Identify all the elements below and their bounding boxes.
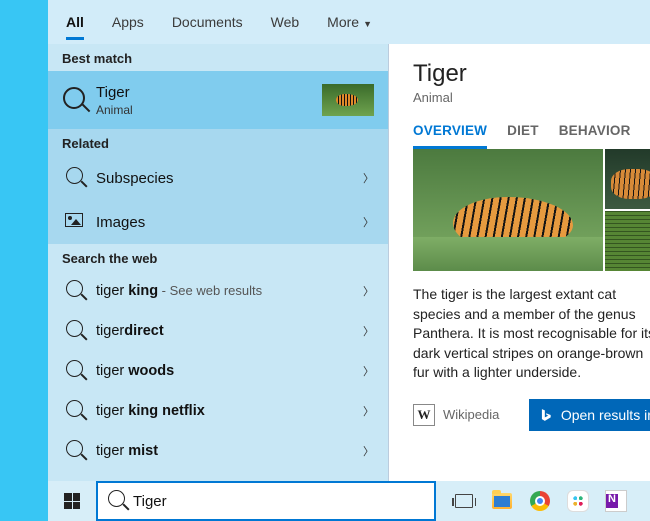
preview-image-thumb[interactable] (605, 149, 650, 209)
tab-label: All (66, 14, 84, 30)
best-match-subtitle: Animal (96, 103, 314, 117)
chevron-right-icon: 〉 (363, 323, 374, 339)
chevron-right-icon: 〉 (363, 283, 374, 299)
search-icon (62, 360, 86, 382)
chevron-right-icon: 〉 (363, 170, 374, 186)
tab-label: Documents (172, 14, 243, 30)
preview-description: The tiger is the largest extant cat spec… (413, 285, 650, 383)
web-section: Search the web tiger king - See web resu… (48, 244, 388, 471)
web-result-label: tiger king netflix (96, 403, 363, 419)
folder-icon (492, 493, 512, 509)
tab-apps[interactable]: Apps (98, 4, 158, 40)
search-input[interactable] (133, 493, 424, 510)
related-section: Related Subspecies 〉 Images 〉 (48, 129, 388, 244)
best-match-result[interactable]: Tiger Animal (48, 71, 388, 129)
task-view-button[interactable] (450, 487, 478, 515)
section-related: Related (48, 129, 388, 156)
preview-tabs: OVERVIEW DIET BEHAVIOR (413, 123, 650, 149)
best-match-label: Tiger Animal (96, 84, 314, 117)
tab-label: Web (271, 14, 300, 30)
web-result[interactable]: tiger mist 〉 (48, 431, 388, 471)
onenote-button[interactable] (602, 487, 630, 515)
chevron-right-icon: 〉 (363, 403, 374, 419)
search-icon (62, 87, 86, 114)
window-root: All Apps Documents Web More ▼ Best match … (0, 0, 650, 521)
preview-image-main[interactable] (413, 149, 603, 271)
onenote-icon (606, 491, 626, 511)
chevron-right-icon: 〉 (363, 363, 374, 379)
tab-documents[interactable]: Documents (158, 4, 257, 40)
section-best-match: Best match (48, 44, 388, 71)
taskbar-icons (436, 487, 630, 515)
preview-source[interactable]: Wikipedia (443, 407, 499, 422)
related-label: Images (96, 214, 363, 231)
file-explorer-button[interactable] (488, 487, 516, 515)
open-button-label: Open results in (561, 407, 650, 423)
preview-subtitle: Animal (413, 90, 650, 105)
chevron-right-icon: 〉 (363, 214, 374, 230)
web-result-label: tiger woods (96, 363, 363, 379)
preview-title: Tiger (413, 60, 650, 88)
preview-pane: Tiger Animal OVERVIEW DIET BEHAVIOR The … (388, 44, 650, 481)
related-subspecies[interactable]: Subspecies 〉 (48, 156, 388, 200)
results-pane: Best match Tiger Animal Related Subspeci… (48, 44, 388, 481)
chevron-right-icon: 〉 (363, 443, 374, 459)
chrome-button[interactable] (526, 487, 554, 515)
slack-icon (568, 491, 588, 511)
preview-tab-overview[interactable]: OVERVIEW (413, 123, 487, 149)
tab-all[interactable]: All (52, 4, 98, 40)
preview-footer: W Wikipedia Open results in (413, 399, 650, 431)
search-icon (62, 400, 86, 422)
tab-label: More (327, 14, 359, 30)
section-search-web: Search the web (48, 244, 388, 271)
chrome-icon (530, 491, 550, 511)
tab-label: Apps (112, 14, 144, 30)
preview-tab-diet[interactable]: DIET (507, 123, 539, 149)
web-result[interactable]: tiger king - See web results 〉 (48, 271, 388, 311)
preview-images (413, 149, 650, 271)
task-view-icon (455, 494, 473, 508)
windows-icon (64, 493, 80, 509)
search-icon (62, 167, 86, 189)
body-split: Best match Tiger Animal Related Subspeci… (48, 44, 650, 481)
search-icon (62, 320, 86, 342)
open-in-browser-button[interactable]: Open results in (529, 399, 650, 431)
preview-image-thumb[interactable] (605, 211, 650, 271)
web-result-label: tiger king - See web results (96, 283, 363, 299)
main-column: All Apps Documents Web More ▼ Best match … (48, 0, 650, 521)
search-icon (108, 490, 125, 512)
bing-icon (539, 407, 553, 423)
web-result-label: tiger mist (96, 443, 363, 459)
search-box[interactable] (96, 481, 436, 521)
wikipedia-icon: W (413, 404, 435, 426)
web-result[interactable]: tiger woods 〉 (48, 351, 388, 391)
related-label: Subspecies (96, 170, 363, 187)
accent-leftbar (0, 0, 48, 521)
web-result[interactable]: tigerdirect 〉 (48, 311, 388, 351)
web-result[interactable]: tiger king netflix 〉 (48, 391, 388, 431)
search-icon (62, 280, 86, 302)
chevron-down-icon: ▼ (363, 19, 372, 29)
search-icon (62, 440, 86, 462)
best-match-thumbnail (322, 84, 374, 116)
best-match-title: Tiger (96, 84, 130, 101)
related-images[interactable]: Images 〉 (48, 200, 388, 244)
preview-image-side (605, 149, 650, 271)
image-icon (62, 213, 86, 232)
taskbar (48, 481, 650, 521)
start-button[interactable] (48, 481, 96, 521)
tab-web[interactable]: Web (257, 4, 314, 40)
filter-tabs: All Apps Documents Web More ▼ (48, 0, 650, 44)
web-result-label: tigerdirect (96, 323, 363, 339)
tab-more[interactable]: More ▼ (313, 4, 386, 40)
preview-tab-behavior[interactable]: BEHAVIOR (559, 123, 631, 149)
slack-button[interactable] (564, 487, 592, 515)
